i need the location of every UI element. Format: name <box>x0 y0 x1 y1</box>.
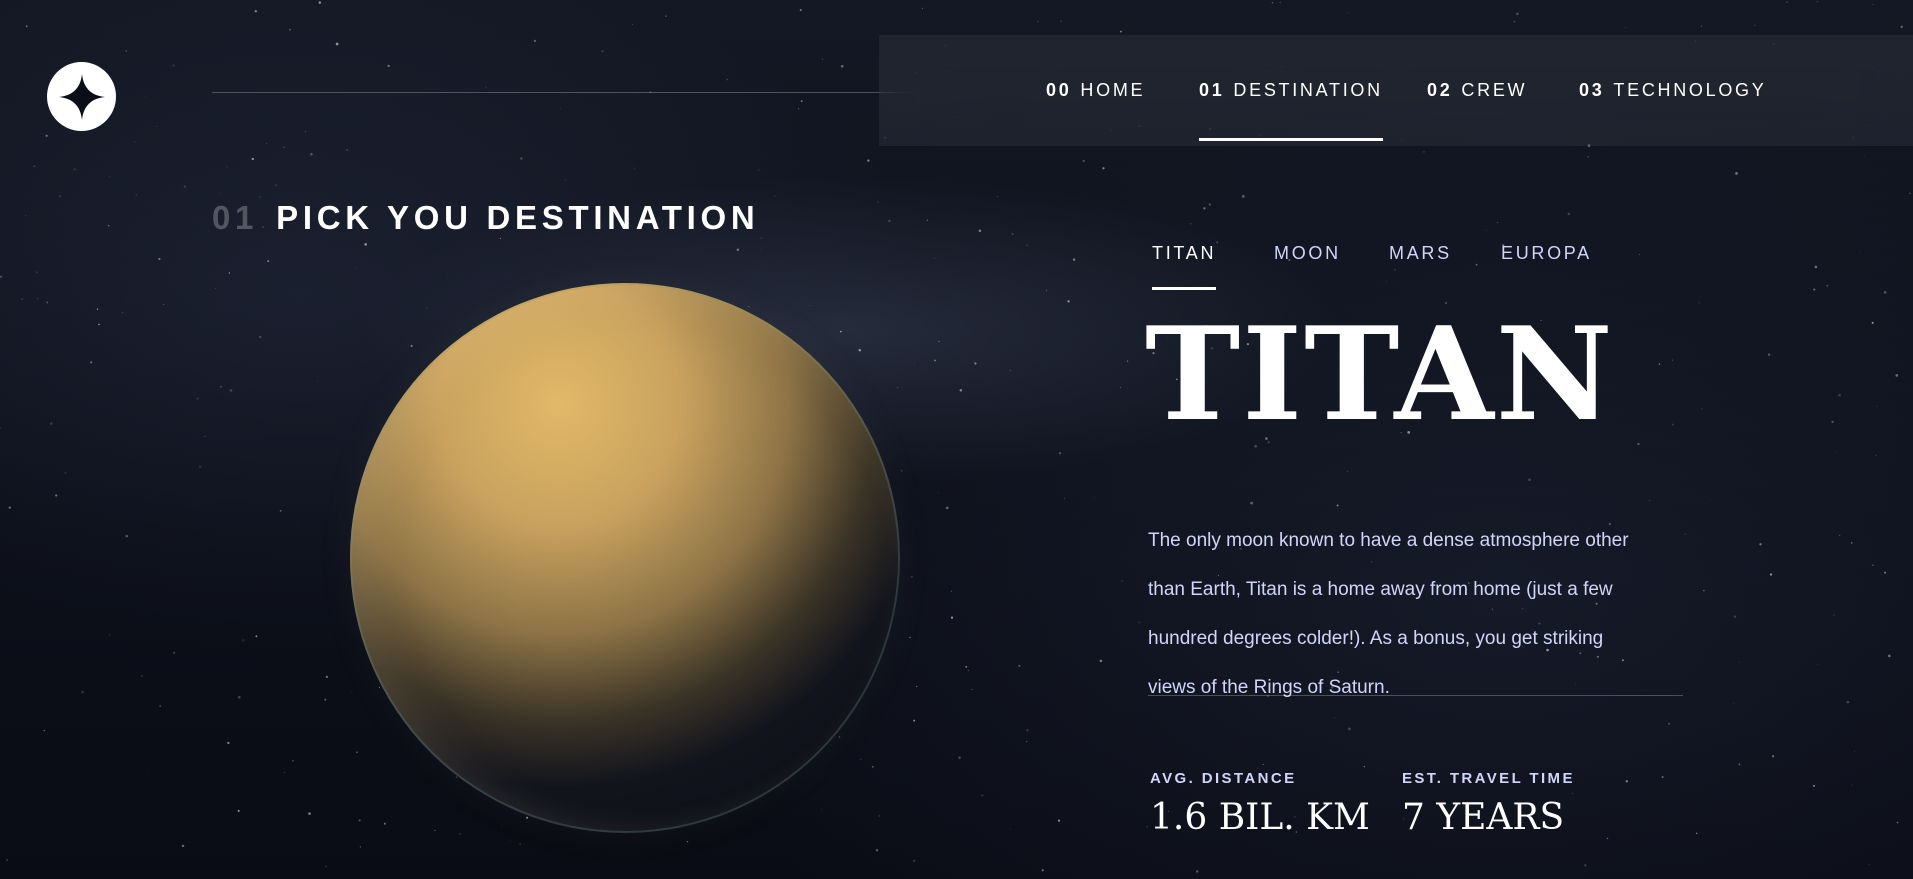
nav-item-technology[interactable]: 03 TECHNOLOGY <box>1579 35 1766 146</box>
tab-moon[interactable]: MOON <box>1274 243 1341 293</box>
stat-label: AVG. DISTANCE <box>1150 770 1297 787</box>
nav-item-crew[interactable]: 02 CREW <box>1427 35 1527 146</box>
nav-label: TECHNOLOGY <box>1613 80 1767 100</box>
stat-value: 7 YEARS <box>1402 797 1565 838</box>
four-point-star-icon <box>58 73 105 120</box>
tab-europa[interactable]: EUROPA <box>1501 243 1592 293</box>
nav-item-destination[interactable]: 01 DESTINATION <box>1199 35 1383 146</box>
nav-label: CREW <box>1461 80 1528 100</box>
page-title: 01 PICK YOU DESTINATION <box>212 199 759 237</box>
nav-label: DESTINATION <box>1233 80 1383 100</box>
nav-label: HOME <box>1080 80 1146 100</box>
stat-label: EST. TRAVEL TIME <box>1402 770 1575 787</box>
nav-number: 01 <box>1199 80 1225 100</box>
header-divider <box>212 92 919 93</box>
stat-travel-time: EST. TRAVEL TIME 7 YEARS <box>1402 770 1575 838</box>
stat-avg-distance: AVG. DISTANCE 1.6 BIL. KM <box>1150 770 1370 838</box>
logo-icon[interactable] <box>47 62 116 131</box>
nav-number: 02 <box>1427 80 1453 100</box>
stats-divider <box>1148 695 1683 696</box>
page-title-text: PICK YOU DESTINATION <box>276 199 760 236</box>
nav-number: 03 <box>1579 80 1605 100</box>
stat-value: 1.6 BIL. KM <box>1150 797 1370 838</box>
nav-number: 00 <box>1046 80 1072 100</box>
destination-description: The only moon known to have a dense atmo… <box>1148 530 1629 698</box>
page-title-number: 01 <box>212 199 259 236</box>
main-nav: 00 HOME 01 DESTINATION 02 CREW 03 TECHNO… <box>879 35 1913 146</box>
destination-name: TITAN <box>1145 300 1615 450</box>
nav-item-home[interactable]: 00 HOME <box>1046 35 1145 146</box>
tab-mars[interactable]: MARS <box>1389 243 1452 293</box>
tab-titan[interactable]: TITAN <box>1152 243 1217 293</box>
titan-planet-image <box>350 283 900 833</box>
destination-page: 00 HOME 01 DESTINATION 02 CREW 03 TECHNO… <box>0 0 1913 879</box>
